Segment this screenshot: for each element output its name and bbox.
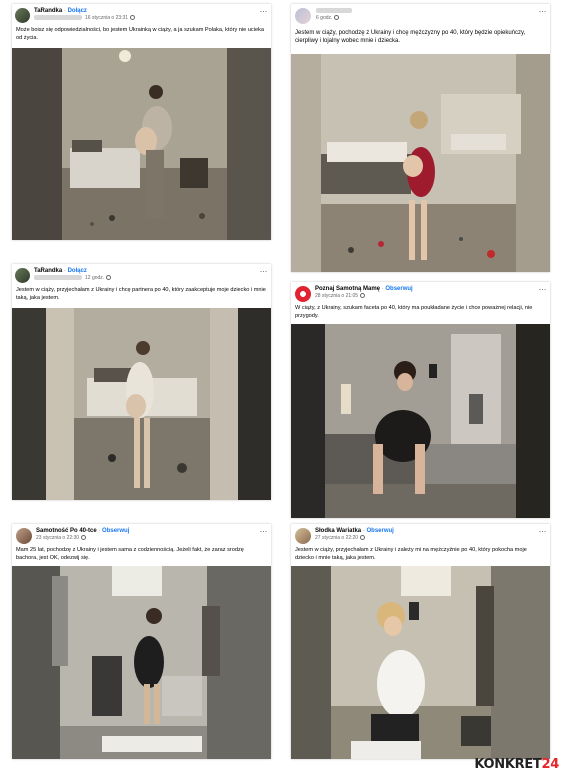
post-photo[interactable] — [12, 308, 271, 500]
more-options-button[interactable]: ··· — [539, 6, 547, 16]
post-caption: Jestem w ciąży, przyjechałam z Ukrainy i… — [16, 287, 266, 301]
post-photo[interactable] — [291, 566, 550, 759]
author-name[interactable]: Samotność Po 40-tce — [36, 528, 97, 534]
post-photo[interactable] — [291, 54, 550, 272]
post-date[interactable]: 6 godz. — [316, 15, 332, 21]
globe-icon — [334, 15, 340, 21]
author-name[interactable]: Poznaj Samotną Mamę — [315, 286, 380, 292]
konkret24-watermark: KONKRET24 — [474, 757, 559, 772]
avatar[interactable] — [15, 268, 30, 283]
avatar[interactable] — [16, 528, 32, 544]
globe-icon — [360, 293, 366, 299]
post-header: TaRandka · Dołącz 16 stycznia o 23:31 ··… — [12, 4, 271, 26]
avatar[interactable] — [15, 8, 30, 23]
post-card: TaRandka · Dołącz 12 godz. ··· Jestem w … — [12, 264, 271, 500]
join-button[interactable]: Dołącz — [68, 268, 87, 274]
post-card: Samotność Po 40-tce · Obserwuj 23 styczn… — [12, 524, 271, 759]
post-card: Słodka Wariatka · Obserwuj 27 stycznia o… — [291, 524, 550, 759]
more-options-button[interactable]: ··· — [260, 266, 268, 276]
post-date[interactable]: 16 stycznia o 23:31 — [85, 15, 128, 21]
post-card: TaRandka · Dołącz 16 stycznia o 23:31 ··… — [12, 4, 271, 240]
follow-button[interactable]: Obserwuj — [385, 286, 412, 292]
blurred-name — [34, 275, 82, 281]
globe-icon — [81, 535, 87, 541]
watermark-number: 24 — [541, 757, 560, 772]
post-photo[interactable] — [291, 324, 550, 518]
post-date[interactable]: 12 godz. — [85, 275, 104, 281]
watermark-brand: KONKRET — [474, 757, 542, 772]
globe-icon — [106, 275, 112, 281]
author-name[interactable]: TaRandka — [34, 268, 62, 274]
post-card: Poznaj Samotną Mamę · Obserwuj 28 styczn… — [291, 282, 550, 518]
more-options-button[interactable]: ··· — [539, 284, 547, 294]
post-header: TaRandka · Dołącz 12 godz. ··· — [12, 264, 271, 286]
post-header: Samotność Po 40-tce · Obserwuj 23 styczn… — [12, 524, 271, 546]
author-name[interactable]: Słodka Wariatka — [315, 528, 361, 534]
more-options-button[interactable]: ··· — [260, 6, 268, 16]
post-header: 6 godz. ··· — [291, 4, 550, 28]
post-photo[interactable] — [12, 566, 271, 759]
more-options-button[interactable]: ··· — [539, 526, 547, 536]
more-options-button[interactable]: ··· — [260, 526, 268, 536]
post-photo[interactable] — [12, 48, 271, 240]
post-caption: Mam 25 lat, pochodzę z Ukrainy i jestem … — [16, 547, 244, 561]
globe-icon — [360, 535, 366, 541]
post-header: Słodka Wariatka · Obserwuj 27 stycznia o… — [291, 524, 550, 546]
post-card: 6 godz. ··· Jestem w ciąży, pochodzę z U… — [291, 4, 550, 272]
author-name[interactable]: TaRandka — [34, 8, 62, 14]
post-date[interactable]: 27 stycznia o 22:20 — [315, 535, 358, 541]
post-header: Poznaj Samotną Mamę · Obserwuj 28 styczn… — [291, 282, 550, 304]
blurred-name — [34, 15, 82, 21]
avatar[interactable] — [295, 286, 311, 302]
globe-icon — [130, 15, 136, 21]
follow-button[interactable]: Obserwuj — [102, 528, 129, 534]
post-date[interactable]: 28 stycznia o 21:05 — [315, 293, 358, 299]
avatar[interactable] — [295, 8, 311, 24]
avatar[interactable] — [295, 528, 311, 544]
blurred-name — [316, 7, 352, 13]
join-button[interactable]: Dołącz — [68, 8, 87, 14]
post-date[interactable]: 23 stycznia o 22:30 — [36, 535, 79, 541]
post-caption: Jestem w ciąży, pochodzę z Ukrainy i chc… — [295, 30, 526, 44]
follow-button[interactable]: Obserwuj — [366, 528, 393, 534]
post-caption: Jestem w ciąży, przyjechałam z Ukrainy i… — [295, 547, 527, 561]
post-caption: Może boisz się odpowiedzialności, bo jes… — [16, 27, 264, 41]
post-caption: W ciąży, z Ukrainy, szukam faceta po 40,… — [295, 305, 533, 319]
